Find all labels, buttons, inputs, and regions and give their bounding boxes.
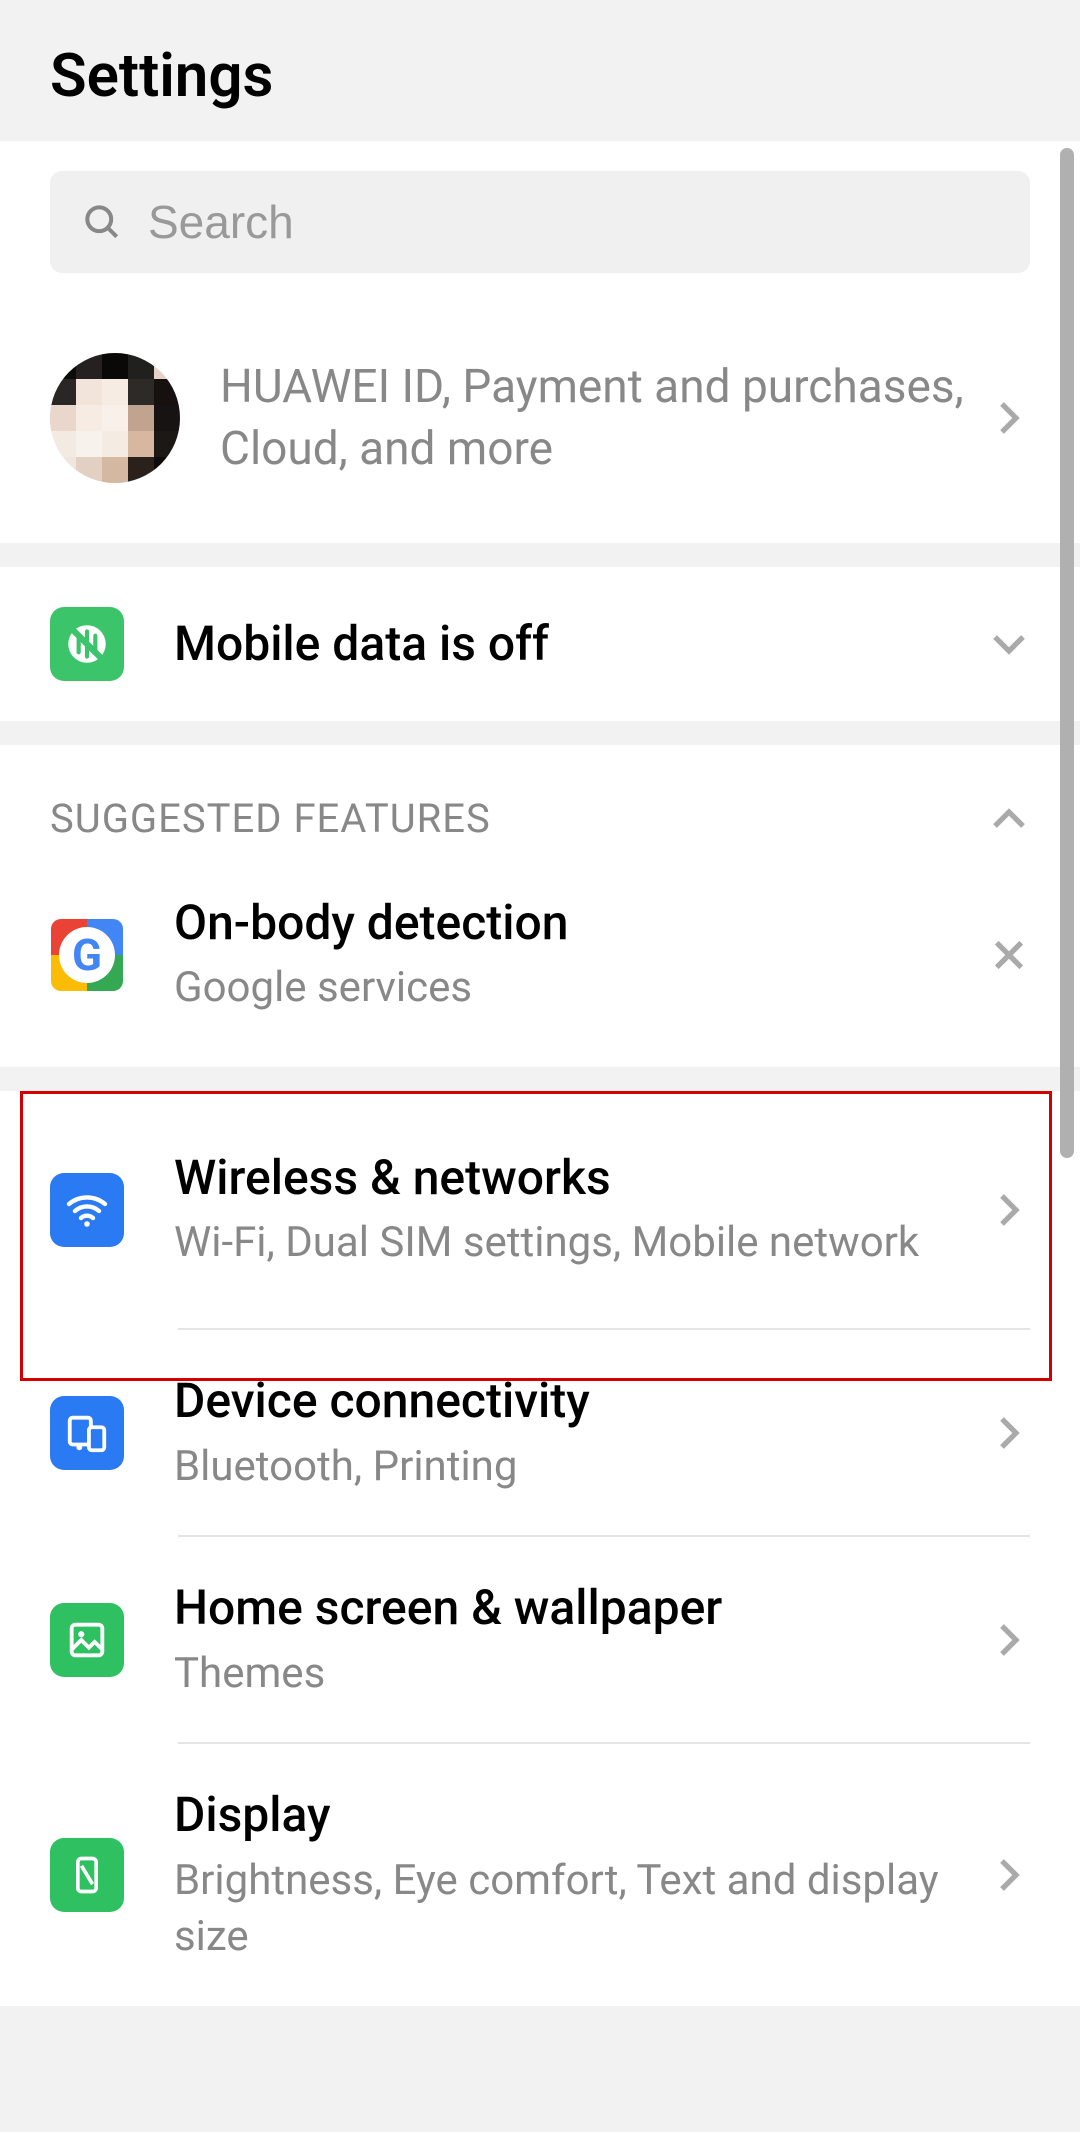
google-icon: G bbox=[50, 918, 124, 992]
setting-title: Device connectivity bbox=[174, 1370, 968, 1432]
mobile-data-title: Mobile data is off bbox=[174, 613, 968, 675]
chevron-right-icon bbox=[988, 1412, 1030, 1454]
chevron-right-icon bbox=[988, 1619, 1030, 1661]
search-input[interactable] bbox=[148, 195, 1000, 249]
avatar bbox=[50, 353, 180, 483]
mobile-data-off-icon bbox=[50, 607, 124, 681]
setting-display[interactable]: Display Brightness, Eye comfort, Text an… bbox=[0, 1744, 1080, 2006]
setting-subtitle: Bluetooth, Printing bbox=[174, 1439, 968, 1496]
setting-title: Home screen & wallpaper bbox=[174, 1577, 968, 1639]
search-container bbox=[0, 141, 1080, 303]
suggested-item-subtitle: Google services bbox=[174, 960, 968, 1017]
setting-home-wallpaper[interactable]: Home screen & wallpaper Themes bbox=[0, 1537, 1080, 1742]
account-row[interactable]: HUAWEI ID, Payment and purchases, Cloud,… bbox=[0, 303, 1080, 543]
suggested-item-onbody[interactable]: G On-body detection Google services bbox=[0, 872, 1080, 1067]
setting-title: Display bbox=[174, 1784, 968, 1846]
suggested-item-title: On-body detection bbox=[174, 892, 968, 954]
wifi-icon bbox=[50, 1173, 124, 1247]
mobile-data-notice-row[interactable]: Mobile data is off bbox=[0, 567, 1080, 721]
search-box[interactable] bbox=[50, 171, 1030, 273]
app-header: Settings bbox=[0, 0, 1080, 141]
chevron-right-icon bbox=[988, 1854, 1030, 1896]
connectivity-icon bbox=[50, 1396, 124, 1470]
chevron-down-icon bbox=[988, 623, 1030, 665]
account-subtitle: HUAWEI ID, Payment and purchases, Cloud,… bbox=[220, 356, 968, 480]
setting-subtitle: Brightness, Eye comfort, Text and displa… bbox=[174, 1853, 968, 1966]
chevron-up-icon bbox=[988, 798, 1030, 840]
search-icon bbox=[80, 200, 124, 244]
wallpaper-icon bbox=[50, 1603, 124, 1677]
chevron-right-icon bbox=[988, 397, 1030, 439]
scrollbar-thumb[interactable] bbox=[1060, 148, 1074, 1158]
setting-wireless-networks[interactable]: Wireless & networks Wi-Fi, Dual SIM sett… bbox=[0, 1091, 1080, 1328]
chevron-right-icon bbox=[988, 1189, 1030, 1231]
page-title: Settings bbox=[50, 40, 1030, 111]
setting-subtitle: Themes bbox=[174, 1646, 968, 1703]
setting-device-connectivity[interactable]: Device connectivity Bluetooth, Printing bbox=[0, 1330, 1080, 1535]
setting-subtitle: Wi-Fi, Dual SIM settings, Mobile network bbox=[174, 1215, 968, 1272]
display-icon bbox=[50, 1838, 124, 1912]
suggested-features-header[interactable]: SUGGESTED FEATURES bbox=[0, 745, 1080, 872]
close-icon[interactable] bbox=[988, 934, 1030, 976]
suggested-features-label: SUGGESTED FEATURES bbox=[50, 795, 988, 842]
setting-title: Wireless & networks bbox=[174, 1147, 968, 1209]
